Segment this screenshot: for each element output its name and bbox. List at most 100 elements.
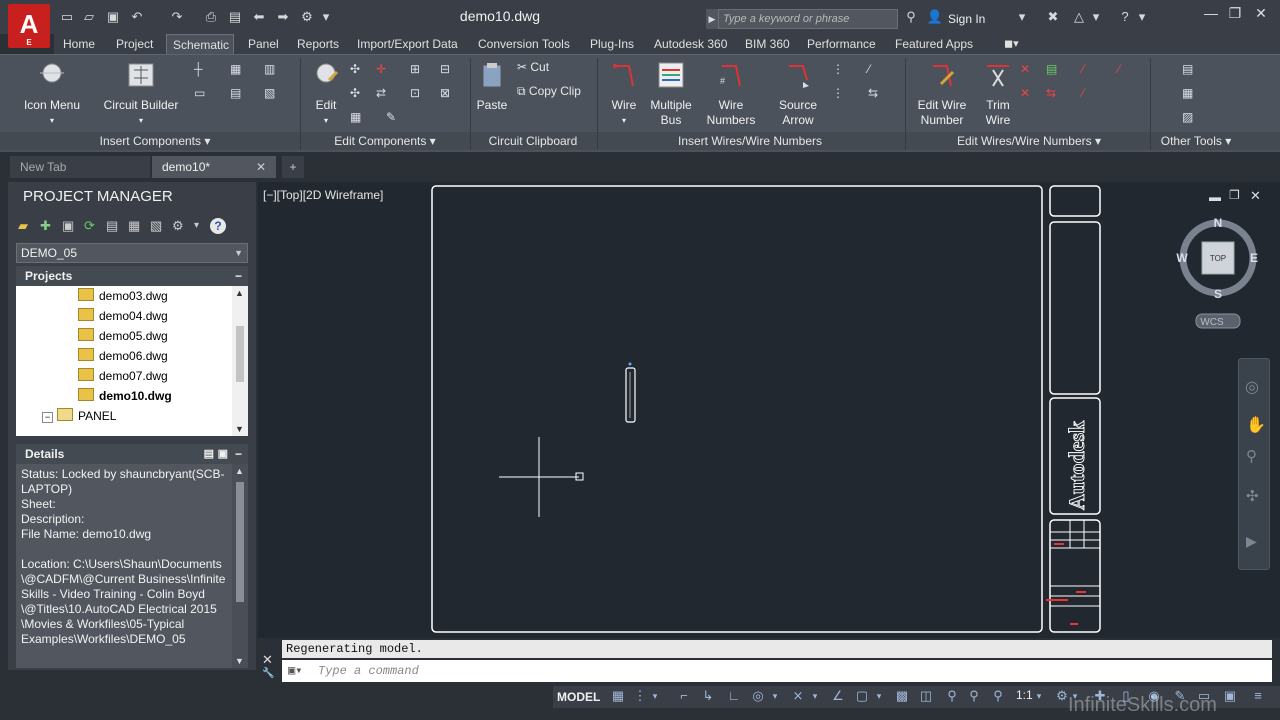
tree-file-demo03[interactable]: demo03.dwg <box>78 286 168 306</box>
tab-conversion-tools[interactable]: Conversion Tools <box>472 34 576 54</box>
project-select[interactable]: DEMO_05 ▼ <box>16 243 248 263</box>
swap-block-icon[interactable]: ▦ <box>350 110 366 124</box>
a360-dropdown-icon[interactable]: ▾ <box>1090 9 1102 25</box>
tab-featured-apps[interactable]: Featured Apps <box>889 34 979 54</box>
paste-button[interactable]: Paste <box>462 60 522 113</box>
undo-icon[interactable]: ↶ <box>128 9 146 25</box>
tab-performance[interactable]: Performance <box>801 34 882 54</box>
tab-project[interactable]: Project <box>110 34 159 54</box>
sign-in-link[interactable]: Sign In <box>948 12 985 26</box>
help-icon[interactable]: ? <box>1116 9 1134 25</box>
toolbar-dropdown-icon[interactable]: ▾ <box>194 220 199 231</box>
snap-icon[interactable]: ⋮ <box>632 688 648 704</box>
tab-plug-ins[interactable]: Plug-Ins <box>584 34 640 54</box>
tree-file-demo10[interactable]: demo10.dwg <box>78 386 172 406</box>
delete-component-icon[interactable]: ✣ <box>350 62 366 76</box>
new-project-icon[interactable]: ✚ <box>40 218 51 234</box>
annotation-visibility-icon[interactable]: ⚲ <box>944 688 960 704</box>
reverse-flip-icon[interactable]: ⇄ <box>376 86 392 100</box>
sign-in-dropdown-icon[interactable]: ▾ <box>1016 9 1028 25</box>
redo-icon[interactable]: ↷ <box>168 9 186 25</box>
exchange-apps-icon[interactable]: ✖ <box>1044 9 1062 25</box>
insert-ladder-icon[interactable]: ▥ <box>264 62 280 76</box>
zoom-icon[interactable]: ⚲ <box>1246 447 1257 465</box>
wire-type-icon[interactable]: ⁄ <box>1082 62 1098 76</box>
collapse-icon[interactable]: − <box>235 444 242 464</box>
infer-constraints-icon[interactable]: ⌐ <box>676 688 692 704</box>
cut-button[interactable]: ✂ Cut <box>517 60 549 74</box>
panel-title-edit-wires[interactable]: Edit Wires/Wire Numbers ▾ <box>944 133 1114 149</box>
fix-wire-icon[interactable]: ⁄ <box>1082 86 1098 100</box>
insert-wire-tool-icon[interactable]: ┼ <box>194 62 210 76</box>
stretch-wire-icon[interactable]: ✕ <box>1020 86 1036 100</box>
viewport-close-icon[interactable]: ✕ <box>1250 188 1261 204</box>
multiple-bus-button[interactable]: Multiple Bus <box>641 60 701 128</box>
steering-wheel-icon[interactable]: ◎ <box>1245 377 1259 397</box>
change-wire-type-icon[interactable]: ⁄ <box>1118 62 1134 76</box>
align-icon[interactable]: ⊞ <box>410 62 426 76</box>
minimize-window-icon[interactable]: — <box>1200 4 1222 22</box>
help-dropdown-icon[interactable]: ▾ <box>1136 9 1148 25</box>
search-expand-icon[interactable]: ▶ <box>706 9 718 29</box>
workspace-icon[interactable]: ⚙ <box>298 9 316 25</box>
snap-dropdown-icon[interactable]: ▾ <box>650 688 660 704</box>
pan-icon[interactable]: ✋ <box>1246 415 1266 435</box>
customize-icon[interactable]: 🔧 <box>262 668 274 679</box>
project-task-icon[interactable]: ▤ <box>106 218 118 234</box>
tab-home[interactable]: Home <box>57 34 101 54</box>
project-properties-icon[interactable]: ▦ <box>128 218 140 234</box>
insert-plc-icon[interactable]: ▤ <box>230 86 246 100</box>
back-arrow-icon[interactable]: ⬅ <box>250 9 268 25</box>
projects-header[interactable]: Projects − <box>16 266 248 286</box>
user-icon[interactable]: 👤 <box>926 9 944 25</box>
toggle-no-nc-icon[interactable]: ⊡ <box>410 86 426 100</box>
search-input[interactable]: Type a keyword or phrase <box>718 9 898 29</box>
plot-project-icon[interactable]: ▧ <box>150 218 162 234</box>
tab-new-tab[interactable]: New Tab <box>10 156 150 178</box>
tab-panel[interactable]: Panel <box>242 34 285 54</box>
new-drawing-icon[interactable]: ▣ <box>62 218 74 234</box>
details-preview-icon[interactable]: ▣ <box>218 444 228 464</box>
polar-dropdown-icon[interactable]: ▾ <box>770 688 780 704</box>
tree-file-demo04[interactable]: demo04.dwg <box>78 306 168 326</box>
qat-dropdown-icon[interactable]: ▾ <box>320 9 332 25</box>
ribbon-minimize-icon[interactable]: ◼▾ <box>998 34 1025 54</box>
restore-window-icon[interactable]: ❐ <box>1224 4 1246 22</box>
annotation-scale-icon[interactable]: ⚲ <box>990 688 1006 704</box>
model-space-button[interactable]: MODEL <box>557 688 600 706</box>
scroll-up-icon[interactable]: ▲ <box>235 288 244 298</box>
viewcube[interactable]: TOP N S E W WCS <box>1172 212 1264 332</box>
scroll-up-icon[interactable]: ▲ <box>235 466 244 476</box>
fullscreen-icon[interactable]: ▣ <box>1222 688 1238 704</box>
save-icon[interactable]: ▣ <box>104 9 122 25</box>
panel-title-edit-components[interactable]: Edit Components ▾ <box>320 133 450 149</box>
object-snap-icon[interactable]: ▢ <box>854 688 870 704</box>
ladder-icon[interactable]: ⋮ <box>832 62 848 76</box>
panel-title-other-tools[interactable]: Other Tools ▾ <box>1156 133 1236 149</box>
edit-button[interactable]: Edit ▾ <box>296 60 356 128</box>
settings-icon[interactable]: ⚙ <box>172 218 184 234</box>
edit-attribute-icon[interactable]: ⊠ <box>440 86 456 100</box>
signal-errors-icon[interactable]: ▨ <box>1182 110 1198 124</box>
copy-installation-icon[interactable]: ▤ <box>1182 62 1198 76</box>
move-component-icon[interactable]: ⊟ <box>440 62 456 76</box>
show-wires-icon[interactable]: ▦ <box>1182 86 1198 100</box>
tab-schematic[interactable]: Schematic <box>166 34 234 54</box>
tree-file-demo05[interactable]: demo05.dwg <box>78 326 168 346</box>
tree-file-demo07[interactable]: demo07.dwg <box>78 366 168 386</box>
insert-terminal-icon[interactable]: ▭ <box>194 86 210 100</box>
copy-component-icon[interactable]: ✛ <box>376 62 392 76</box>
retag-icon[interactable]: ✎ <box>386 110 402 124</box>
open-project-icon[interactable]: ▰ <box>18 218 28 234</box>
scale-dropdown-icon[interactable]: ▾ <box>1034 688 1044 704</box>
isodraft-icon[interactable]: ⨯ <box>790 688 806 704</box>
transparency-icon[interactable]: ◫ <box>918 688 934 704</box>
insert-connector-icon[interactable]: ▧ <box>264 86 280 100</box>
tree-scroll-thumb[interactable] <box>236 326 244 382</box>
viewport-minimize-icon[interactable]: ▬ <box>1209 190 1221 204</box>
orbit-icon[interactable]: ✣ <box>1246 487 1259 505</box>
refresh-icon[interactable]: ⟳ <box>84 218 95 234</box>
help-circle-icon[interactable]: ? <box>210 218 226 234</box>
object-snap-tracking-icon[interactable]: ∠ <box>830 688 846 704</box>
panel-title-insert-components[interactable]: Insert Components ▾ <box>80 133 230 149</box>
